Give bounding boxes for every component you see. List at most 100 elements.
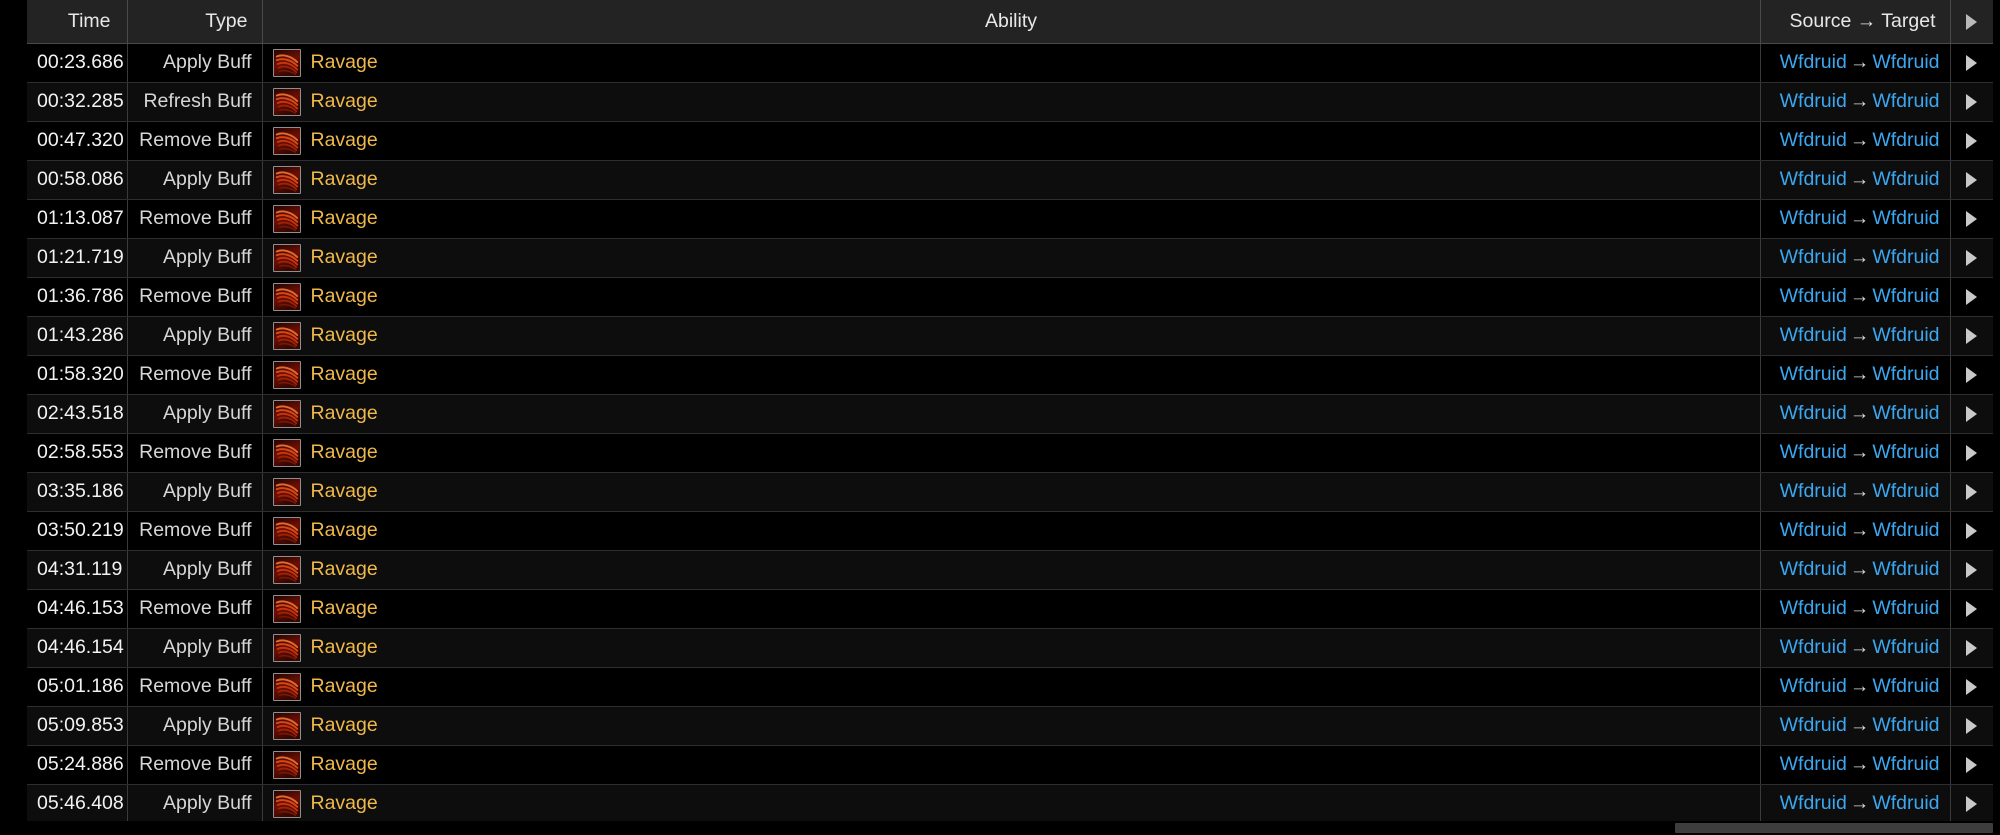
ability-name-link[interactable]: Ravage xyxy=(311,442,378,463)
source-link[interactable]: Wfdruid xyxy=(1780,402,1847,424)
target-link[interactable]: Wfdruid xyxy=(1872,51,1939,73)
cell-expand[interactable] xyxy=(1950,433,1993,473)
ability-name-link[interactable]: Ravage xyxy=(311,637,378,658)
table-row[interactable]: 02:43.518 Apply Buff Ravage Wfdruid → Wfdrui… xyxy=(27,394,1993,434)
column-header-source-target[interactable]: Source → Target xyxy=(1760,0,1951,44)
source-link[interactable]: Wfdruid xyxy=(1780,246,1847,268)
source-link[interactable]: Wfdruid xyxy=(1780,675,1847,697)
cell-expand[interactable] xyxy=(1950,43,1993,83)
table-row[interactable]: 04:31.119 Apply Buff Ravage Wfdruid → Wfdrui… xyxy=(27,550,1993,590)
ability-name-link[interactable]: Ravage xyxy=(311,598,378,619)
cell-expand[interactable] xyxy=(1950,511,1993,551)
column-header-time[interactable]: Time xyxy=(27,0,128,44)
ability-name-link[interactable]: Ravage xyxy=(311,793,378,814)
cell-expand[interactable] xyxy=(1950,82,1993,122)
target-link[interactable]: Wfdruid xyxy=(1872,285,1939,307)
cell-expand[interactable] xyxy=(1950,199,1993,239)
target-link[interactable]: Wfdruid xyxy=(1872,519,1939,541)
ability-name-link[interactable]: Ravage xyxy=(311,130,378,151)
table-row[interactable]: 04:46.153 Remove Buff Ravage Wfdruid → Wfdru… xyxy=(27,589,1993,629)
column-header-expand-all[interactable] xyxy=(1950,0,1993,44)
ability-name-link[interactable]: Ravage xyxy=(311,364,378,385)
ability-name-link[interactable]: Ravage xyxy=(311,559,378,580)
cell-expand[interactable] xyxy=(1950,472,1993,512)
column-header-type[interactable]: Type xyxy=(127,0,263,44)
target-link[interactable]: Wfdruid xyxy=(1872,480,1939,502)
source-link[interactable]: Wfdruid xyxy=(1780,558,1847,580)
ability-name-link[interactable]: Ravage xyxy=(311,286,378,307)
target-link[interactable]: Wfdruid xyxy=(1872,675,1939,697)
target-link[interactable]: Wfdruid xyxy=(1872,753,1939,775)
table-row[interactable]: 03:35.186 Apply Buff Ravage Wfdruid → Wfdrui… xyxy=(27,472,1993,512)
cell-expand[interactable] xyxy=(1950,355,1993,395)
cell-expand[interactable] xyxy=(1950,394,1993,434)
table-row[interactable]: 05:01.186 Remove Buff Ravage Wfdruid → Wfdru… xyxy=(27,667,1993,707)
target-link[interactable]: Wfdruid xyxy=(1872,636,1939,658)
source-link[interactable]: Wfdruid xyxy=(1780,285,1847,307)
table-row[interactable]: 00:23.686 Apply Buff Ravage Wfdruid → Wfdrui… xyxy=(27,43,1993,83)
cell-expand[interactable] xyxy=(1950,277,1993,317)
ability-name-link[interactable]: Ravage xyxy=(311,715,378,736)
source-link[interactable]: Wfdruid xyxy=(1780,597,1847,619)
source-link[interactable]: Wfdruid xyxy=(1780,207,1847,229)
ability-name-link[interactable]: Ravage xyxy=(311,481,378,502)
ability-name-link[interactable]: Ravage xyxy=(311,91,378,112)
source-link[interactable]: Wfdruid xyxy=(1780,519,1847,541)
target-link[interactable]: Wfdruid xyxy=(1872,402,1939,424)
cell-expand[interactable] xyxy=(1950,121,1993,161)
target-link[interactable]: Wfdruid xyxy=(1872,714,1939,736)
ability-name-link[interactable]: Ravage xyxy=(311,754,378,775)
cell-expand[interactable] xyxy=(1950,667,1993,707)
table-row[interactable]: 01:58.320 Remove Buff Ravage Wfdruid → Wfdru… xyxy=(27,355,1993,395)
table-row[interactable]: 01:13.087 Remove Buff Ravage Wfdruid → Wfdru… xyxy=(27,199,1993,239)
target-link[interactable]: Wfdruid xyxy=(1872,441,1939,463)
source-link[interactable]: Wfdruid xyxy=(1780,90,1847,112)
table-row[interactable]: 00:47.320 Remove Buff Ravage Wfdruid → Wfdru… xyxy=(27,121,1993,161)
table-row[interactable]: 05:09.853 Apply Buff Ravage Wfdruid → Wfdrui… xyxy=(27,706,1993,746)
target-link[interactable]: Wfdruid xyxy=(1872,246,1939,268)
source-link[interactable]: Wfdruid xyxy=(1780,51,1847,73)
cell-expand[interactable] xyxy=(1950,706,1993,746)
ability-name-link[interactable]: Ravage xyxy=(311,676,378,697)
source-link[interactable]: Wfdruid xyxy=(1780,753,1847,775)
table-row[interactable]: 01:36.786 Remove Buff Ravage Wfdruid → Wfdru… xyxy=(27,277,1993,317)
table-row[interactable]: 01:43.286 Apply Buff Ravage Wfdruid → Wfdrui… xyxy=(27,316,1993,356)
target-link[interactable]: Wfdruid xyxy=(1872,324,1939,346)
target-link[interactable]: Wfdruid xyxy=(1872,558,1939,580)
ability-name-link[interactable]: Ravage xyxy=(311,169,378,190)
column-header-ability[interactable]: Ability xyxy=(262,0,1761,44)
cell-expand[interactable] xyxy=(1950,745,1993,785)
cell-expand[interactable] xyxy=(1950,316,1993,356)
table-row[interactable]: 05:24.886 Remove Buff Ravage Wfdruid → Wfdru… xyxy=(27,745,1993,785)
ability-name-link[interactable]: Ravage xyxy=(311,520,378,541)
table-row[interactable]: 03:50.219 Remove Buff Ravage Wfdruid → Wfdru… xyxy=(27,511,1993,551)
cell-expand[interactable] xyxy=(1950,589,1993,629)
ability-name-link[interactable]: Ravage xyxy=(311,247,378,268)
table-row[interactable]: 05:46.408 Apply Buff Ravage Wfdruid → Wfdrui… xyxy=(27,784,1993,821)
cell-expand[interactable] xyxy=(1950,628,1993,668)
horizontal-scrollbar-track[interactable] xyxy=(0,821,2000,835)
source-link[interactable]: Wfdruid xyxy=(1780,168,1847,190)
table-row[interactable]: 02:58.553 Remove Buff Ravage Wfdruid → Wfdru… xyxy=(27,433,1993,473)
source-link[interactable]: Wfdruid xyxy=(1780,636,1847,658)
table-row[interactable]: 04:46.154 Apply Buff Ravage Wfdruid → Wfdrui… xyxy=(27,628,1993,668)
target-link[interactable]: Wfdruid xyxy=(1872,168,1939,190)
ability-name-link[interactable]: Ravage xyxy=(311,208,378,229)
table-row[interactable]: 01:21.719 Apply Buff Ravage Wfdruid → Wfdrui… xyxy=(27,238,1993,278)
source-link[interactable]: Wfdruid xyxy=(1780,792,1847,814)
source-link[interactable]: Wfdruid xyxy=(1780,324,1847,346)
source-link[interactable]: Wfdruid xyxy=(1780,441,1847,463)
source-link[interactable]: Wfdruid xyxy=(1780,480,1847,502)
target-link[interactable]: Wfdruid xyxy=(1872,207,1939,229)
cell-expand[interactable] xyxy=(1950,784,1993,821)
table-row[interactable]: 00:58.086 Apply Buff Ravage Wfdruid → Wfdrui… xyxy=(27,160,1993,200)
table-row[interactable]: 00:32.285 Refresh Buff Ravage Wfdruid → Wfdr… xyxy=(27,82,1993,122)
ability-name-link[interactable]: Ravage xyxy=(311,325,378,346)
target-link[interactable]: Wfdruid xyxy=(1872,792,1939,814)
cell-expand[interactable] xyxy=(1950,160,1993,200)
source-link[interactable]: Wfdruid xyxy=(1780,129,1847,151)
cell-expand[interactable] xyxy=(1950,238,1993,278)
target-link[interactable]: Wfdruid xyxy=(1872,129,1939,151)
source-link[interactable]: Wfdruid xyxy=(1780,363,1847,385)
ability-name-link[interactable]: Ravage xyxy=(311,403,378,424)
